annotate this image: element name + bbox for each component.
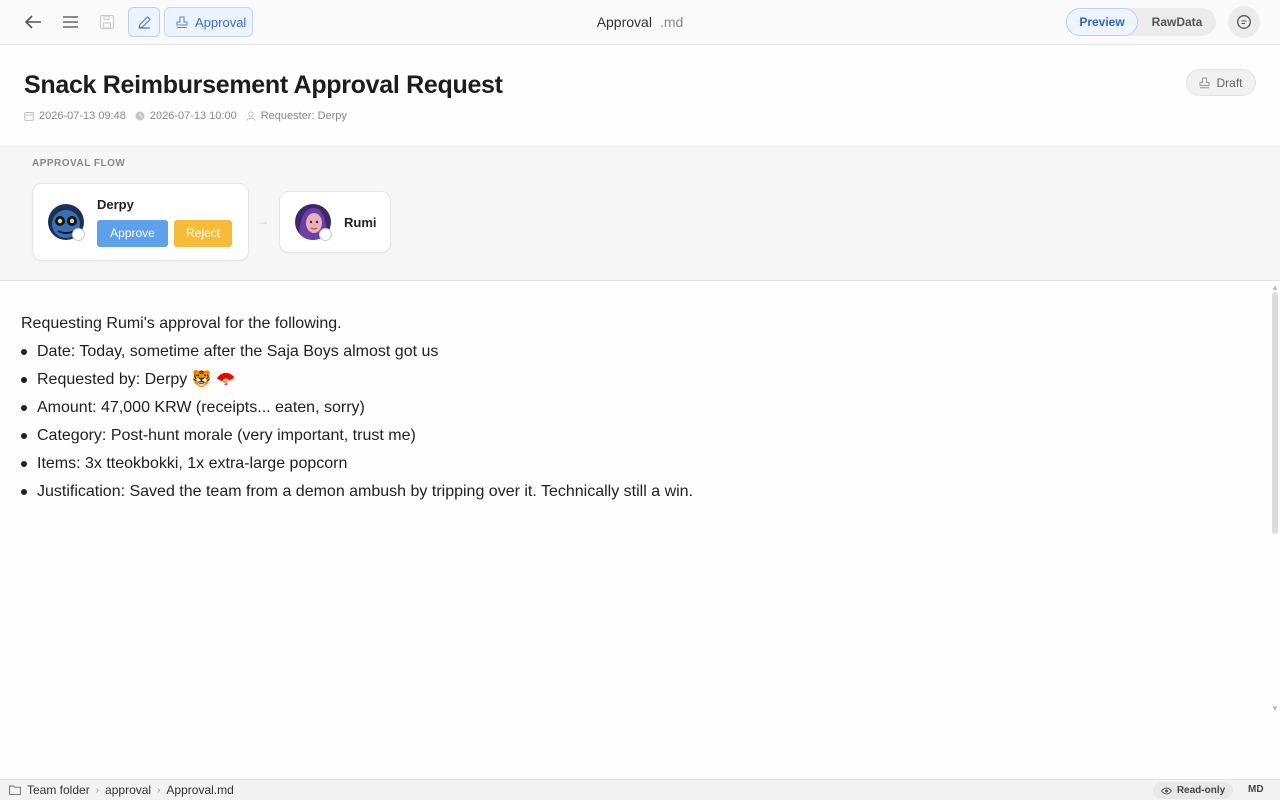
chevron-right-icon: › xyxy=(95,784,100,796)
approve-button[interactable]: Approve xyxy=(97,220,168,247)
chevron-right-icon: › xyxy=(157,784,161,796)
readonly-label: Read-only xyxy=(1176,785,1226,796)
modified-date: 2026-07-13 10:00 xyxy=(135,110,237,122)
approval-flow-label: APPROVAL FLOW xyxy=(32,158,126,169)
approver-card-derpy: Derpy Approve Reject xyxy=(32,183,249,261)
list-item: Requested by: Derpy 🐯 🪭 xyxy=(21,369,693,397)
top-toolbar: Approval Approval .md Preview RawData xyxy=(0,0,1280,45)
comment-icon[interactable] xyxy=(1228,6,1260,38)
approver-card-rumi: Rumi xyxy=(279,191,391,253)
breadcrumb-item[interactable]: approval xyxy=(105,783,151,797)
folder-icon xyxy=(9,785,21,795)
requester: Requester: Derpy xyxy=(246,110,347,122)
status-bar: Team folder › approval › Approval.md Rea… xyxy=(0,779,1280,800)
breadcrumb: Team folder › approval › Approval.md xyxy=(9,783,234,797)
document-extension: .md xyxy=(659,14,684,30)
approver-name: Derpy xyxy=(97,197,134,212)
scrollbar-thumb[interactable] xyxy=(1272,292,1278,534)
status-badge-label: Draft xyxy=(1216,75,1243,90)
rawdata-tab[interactable]: RawData xyxy=(1140,8,1214,36)
status-badge: Draft xyxy=(1186,69,1256,96)
scroll-up-icon[interactable]: ▲ xyxy=(1271,283,1279,292)
list-item: Date: Today, sometime after the Saja Boy… xyxy=(21,341,693,369)
preview-tab[interactable]: Preview xyxy=(1066,8,1138,36)
list-item: Justification: Saved the team from a dem… xyxy=(21,481,693,509)
scroll-down-icon[interactable]: ▼ xyxy=(1271,704,1279,713)
pending-status-icon xyxy=(319,228,332,241)
modified-date-text: 2026-07-13 10:00 xyxy=(149,110,237,122)
document-body: Requesting Rumi's approval for the follo… xyxy=(21,313,693,509)
readonly-badge[interactable]: Read-only xyxy=(1153,782,1233,799)
list-item: Amount: 47,000 KRW (receipts... eaten, s… xyxy=(21,397,693,425)
clock-icon xyxy=(135,111,145,121)
list-item: Items: 3x tteokbokki, 1x extra-large pop… xyxy=(21,453,693,481)
list-item: Category: Post-hunt morale (very importa… xyxy=(21,425,693,453)
app-window: Approval Approval .md Preview RawData Sna… xyxy=(0,0,1280,800)
request-details-list: Date: Today, sometime after the Saja Boy… xyxy=(21,341,693,509)
document-meta: 2026-07-13 09:48 2026-07-13 10:00 Reques… xyxy=(24,110,356,122)
requester-text: Requester: Derpy xyxy=(260,110,347,122)
stamp-icon xyxy=(1199,77,1210,88)
approval-flow: APPROVAL FLOW Derpy Approve Reject → Rum… xyxy=(0,146,1280,281)
intro-text: Requesting Rumi's approval for the follo… xyxy=(21,315,342,332)
reject-button[interactable]: Reject xyxy=(174,220,232,247)
file-format-label: MD xyxy=(1248,784,1264,795)
breadcrumb-item[interactable]: Team folder xyxy=(27,783,90,797)
breadcrumb-item[interactable]: Approval.md xyxy=(166,783,233,797)
flow-arrow-icon: → xyxy=(257,214,269,228)
approver-name: Rumi xyxy=(344,215,377,230)
eye-icon xyxy=(1160,787,1172,794)
created-date: 2026-07-13 09:48 xyxy=(24,110,126,122)
pending-status-icon xyxy=(72,228,85,241)
created-date-text: 2026-07-13 09:48 xyxy=(39,110,126,122)
user-icon xyxy=(246,111,256,121)
page-title: Snack Reimbursement Approval Request xyxy=(24,71,503,99)
calendar-icon xyxy=(24,112,34,121)
view-mode-toggle: Preview RawData xyxy=(1066,8,1216,36)
document-name: Approval xyxy=(596,14,652,30)
